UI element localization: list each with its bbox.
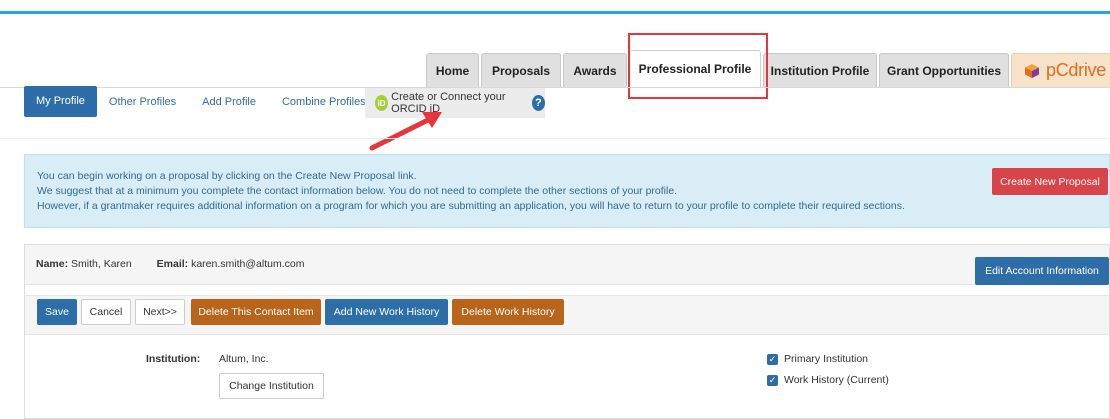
help-icon[interactable]: ?: [531, 95, 545, 111]
primary-institution-checkbox-row[interactable]: ✓ Primary Institution: [767, 353, 868, 365]
delete-work-history-button[interactable]: Delete Work History: [452, 299, 564, 325]
email-label: Email:: [156, 258, 189, 270]
main-nav-tabs: Home Proposals Awards Professional Profi…: [426, 50, 1110, 87]
subnav-combine-profiles[interactable]: Combine Profiles: [282, 96, 366, 108]
tab-institution-profile[interactable]: Institution Profile: [763, 53, 877, 87]
pcdrive-label: pCdrive: [1046, 60, 1106, 80]
next-button[interactable]: Next>>: [135, 299, 185, 325]
subnav-other-profiles[interactable]: Other Profiles: [109, 96, 176, 108]
create-new-proposal-button[interactable]: Create New Proposal: [992, 168, 1108, 195]
delete-contact-item-button[interactable]: Delete This Contact Item: [191, 299, 321, 325]
tab-grant-opportunities[interactable]: Grant Opportunities: [879, 53, 1009, 87]
institution-label: Institution:: [146, 353, 201, 365]
checkbox-checked-icon[interactable]: ✓: [767, 353, 778, 365]
work-history-current-label: Work History (Current): [784, 374, 889, 386]
info-banner: You can begin working on a proposal by c…: [24, 154, 1110, 228]
save-button[interactable]: Save: [37, 299, 77, 325]
action-toolbar: Save Cancel Next>> Delete This Contact I…: [25, 295, 1109, 335]
banner-line-2: We suggest that at a minimum you complet…: [37, 185, 678, 197]
name-label: Name:: [36, 258, 69, 270]
primary-institution-label: Primary Institution: [784, 353, 869, 365]
profile-subnav: My Profile Other Profiles Add Profile Co…: [24, 86, 392, 117]
subnav-my-profile[interactable]: My Profile: [24, 86, 97, 117]
edit-account-button[interactable]: Edit Account Information: [975, 257, 1109, 285]
checkbox-checked-icon[interactable]: ✓: [767, 374, 778, 386]
annotation-arrow-icon: [369, 112, 442, 151]
banner-line-1: You can begin working on a proposal by c…: [37, 170, 417, 182]
cancel-button[interactable]: Cancel: [81, 299, 131, 325]
tab-awards[interactable]: Awards: [563, 53, 627, 87]
add-work-history-button[interactable]: Add New Work History: [325, 299, 448, 325]
contact-header: Name: Smith, Karen Email: karen.smith@al…: [25, 245, 1109, 285]
banner-line-3: However, if a grantmaker requires additi…: [37, 200, 905, 212]
subnav-add-profile[interactable]: Add Profile: [202, 96, 256, 108]
section-divider: [0, 138, 1110, 139]
highlight-annotation-box: [628, 33, 768, 99]
top-accent-bar: [0, 11, 1110, 14]
email-value: karen.smith@altum.com: [191, 258, 305, 270]
work-history-current-checkbox-row[interactable]: ✓ Work History (Current): [767, 374, 889, 386]
tab-proposals[interactable]: Proposals: [481, 53, 561, 87]
change-institution-button[interactable]: Change Institution: [219, 373, 324, 399]
institution-value: Altum, Inc.: [219, 353, 269, 365]
contact-summary: Name: Smith, Karen Email: karen.smith@al…: [36, 258, 304, 270]
pcdrive-logo-icon: [1025, 63, 1039, 78]
contact-panel: Name: Smith, Karen Email: karen.smith@al…: [24, 244, 1110, 419]
tab-home[interactable]: Home: [426, 53, 479, 87]
name-value: Smith, Karen: [71, 258, 132, 270]
tab-pcdrive[interactable]: pCdrive: [1011, 53, 1110, 87]
